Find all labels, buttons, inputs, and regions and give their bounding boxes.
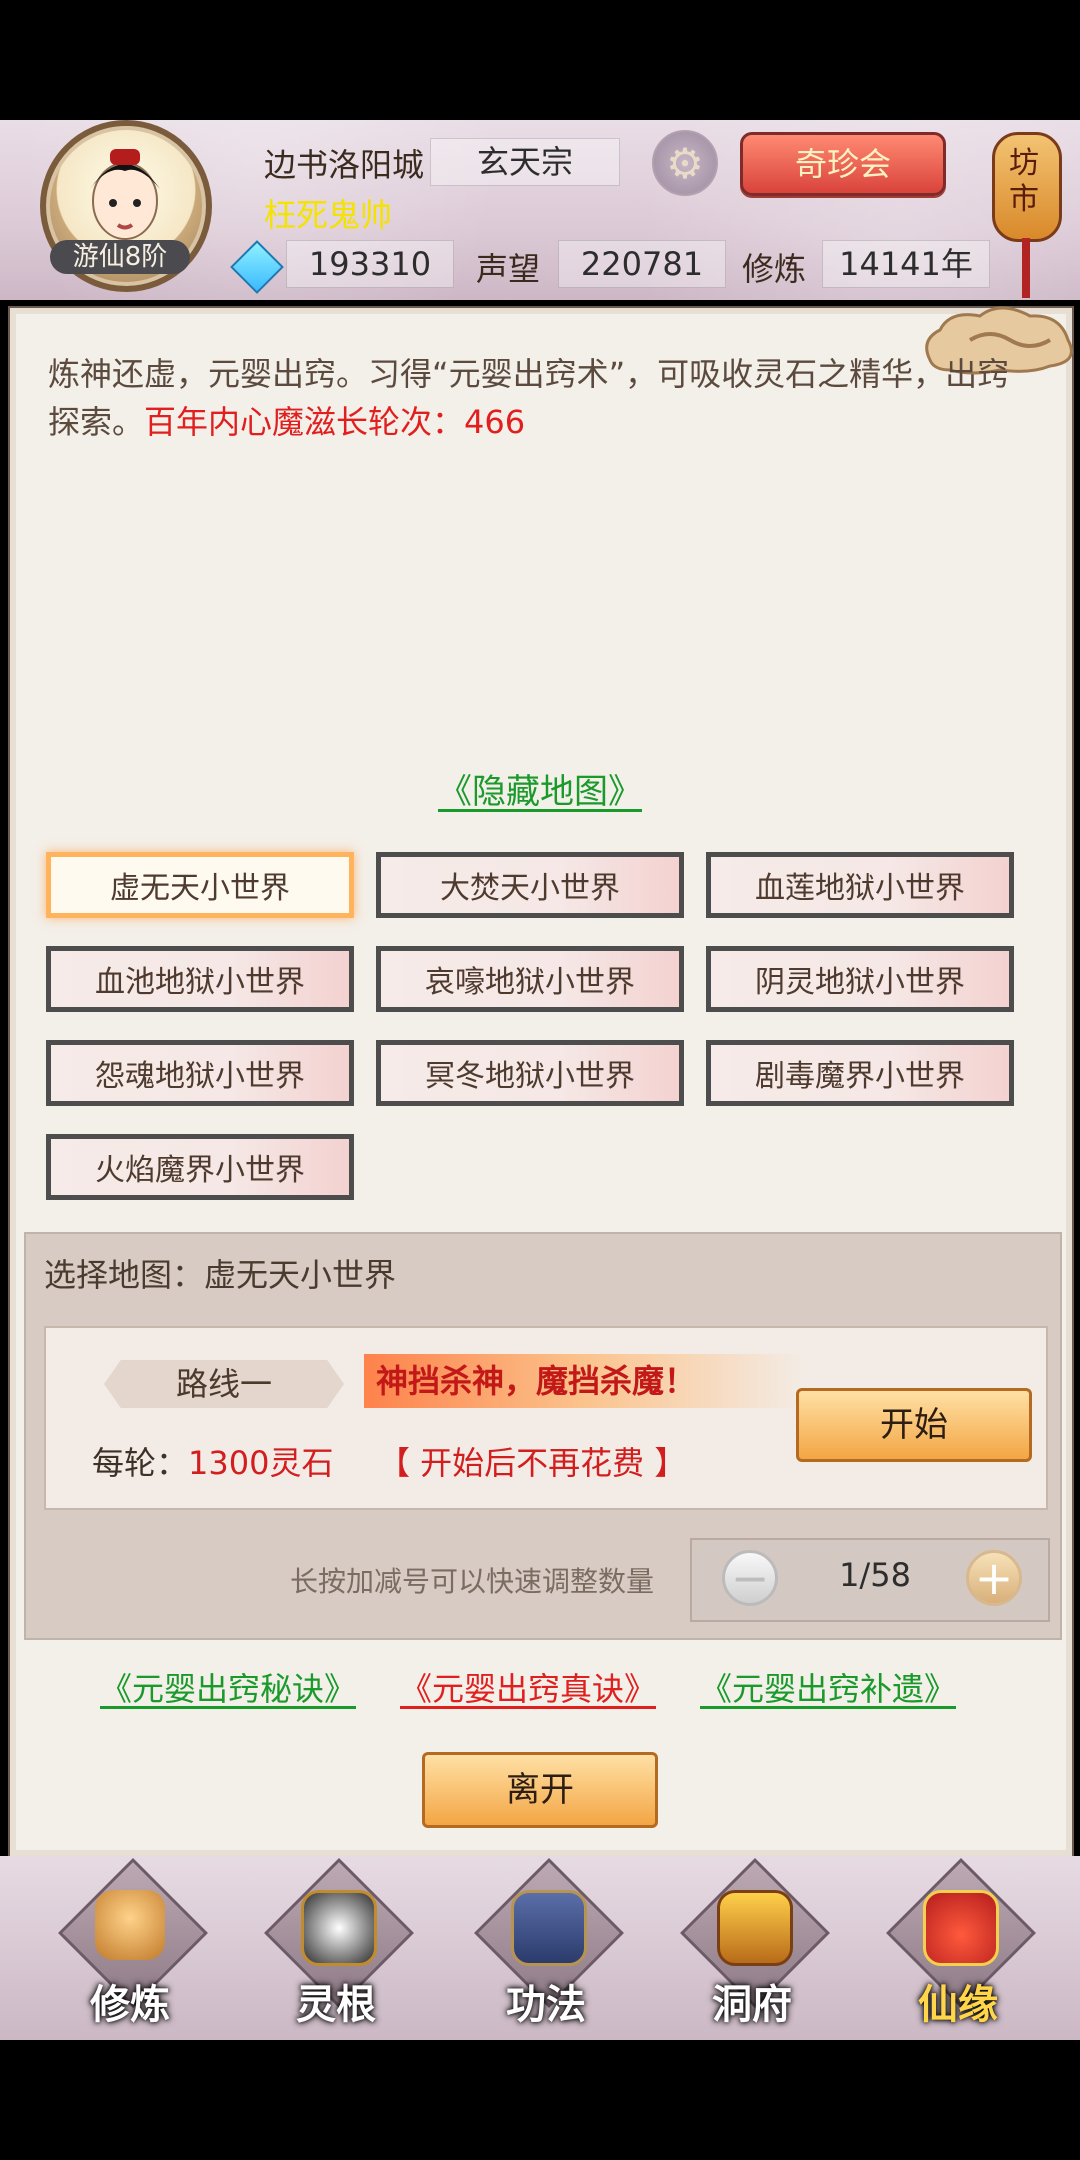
no-fee-note: 【 开始后不再花费 】 <box>378 1444 687 1482</box>
nav-label-cave-abode: 洞府 <box>712 1982 792 2028</box>
minus-icon: − <box>730 1551 770 1605</box>
cultivation-value: 14141年 <box>822 240 990 288</box>
increase-button[interactable]: + <box>966 1550 1022 1606</box>
per-round-cost-row: 每轮：1300灵石 <box>92 1438 333 1484</box>
nav-label-technique: 功法 <box>506 1982 586 2028</box>
map-button-aihao[interactable]: 哀嚎地狱小世界 <box>376 946 684 1012</box>
nav-technique[interactable]: 功法 <box>466 1858 626 2040</box>
decrease-button[interactable]: − <box>722 1550 778 1606</box>
book-icon <box>511 1890 587 1966</box>
player-title: 枉死鬼帅 <box>264 196 393 234</box>
map-button-mingdong[interactable]: 冥冬地狱小世界 <box>376 1040 684 1106</box>
plus-icon: + <box>974 1551 1014 1605</box>
treasure-auction-button[interactable]: 奇珍会 <box>740 132 946 196</box>
stepper-hint: 长按加减号可以快速调整数量 <box>290 1565 655 1598</box>
nav-spirit-root[interactable]: 灵根 <box>256 1858 416 2040</box>
leave-button[interactable]: 离开 <box>422 1752 658 1828</box>
map-button-yinling[interactable]: 阴灵地狱小世界 <box>706 946 1014 1012</box>
map-button-huoyan[interactable]: 火焰魔界小世界 <box>46 1134 354 1200</box>
lantern-label: 坊市 <box>1009 146 1039 217</box>
spirit-stone-count: 193310 <box>286 240 454 288</box>
meditating-monk-icon <box>95 1890 165 1960</box>
level-badge: 游仙8阶 <box>50 240 190 274</box>
gourd-icon <box>923 1890 999 1966</box>
supplement-technique-link[interactable]: 《元婴出窍补遗》 <box>700 1670 956 1708</box>
pagoda-icon <box>717 1890 793 1966</box>
supplement-link-wrap: 《元婴出窍补遗》 <box>700 1664 956 1710</box>
true-link-wrap: 《元婴出窍真诀》 <box>400 1664 656 1710</box>
map-button-xuwutian[interactable]: 虚无天小世界 <box>46 852 354 918</box>
cultivation-label: 修炼 <box>742 250 807 288</box>
map-button-judu[interactable]: 剧毒魔界小世界 <box>706 1040 1014 1106</box>
selected-map-title: 选择地图：虚无天小世界 <box>44 1256 397 1294</box>
quantity-value: 1/58 <box>839 1556 911 1594</box>
nav-cultivate[interactable]: 修炼 <box>50 1858 210 2040</box>
settings-button[interactable]: ⚙ <box>652 130 718 196</box>
hidden-map-link[interactable]: 《隐藏地图》 <box>438 772 642 812</box>
per-round-label: 每轮： <box>92 1444 189 1482</box>
gear-icon: ⚙ <box>666 138 704 188</box>
map-button-yuanhun[interactable]: 怨魂地狱小世界 <box>46 1040 354 1106</box>
inner-demon-count: 百年内心魔滋长轮次：466 <box>144 403 526 441</box>
start-button[interactable]: 开始 <box>796 1388 1032 1462</box>
location-text: 边书洛阳城 <box>264 146 425 184</box>
character-portrait-icon <box>90 149 160 240</box>
true-technique-link[interactable]: 《元婴出窍真诀》 <box>400 1670 656 1708</box>
nav-label-cultivate: 修炼 <box>90 1982 170 2028</box>
nav-label-immortal-fate: 仙缘 <box>918 1982 998 2028</box>
lantern-tassel-icon <box>1022 238 1030 298</box>
secret-link-wrap: 《元婴出窍秘诀》 <box>100 1664 356 1710</box>
yin-yang-sword-icon <box>301 1890 377 1966</box>
route-slogan: 神挡杀神，魔挡杀魔！ <box>364 1354 806 1408</box>
reputation-value: 220781 <box>558 240 726 288</box>
map-button-xuechi[interactable]: 血池地狱小世界 <box>46 946 354 1012</box>
secret-technique-link[interactable]: 《元婴出窍秘诀》 <box>100 1670 356 1708</box>
hidden-map-link-wrap: 《隐藏地图》 <box>0 764 1080 813</box>
nav-cave-abode[interactable]: 洞府 <box>672 1858 832 2040</box>
sect-name: 玄天宗 <box>430 138 620 186</box>
nav-immortal-fate[interactable]: 仙缘 <box>878 1858 1038 2040</box>
map-button-dafentian[interactable]: 大焚天小世界 <box>376 852 684 918</box>
route-label: 路线一 <box>104 1360 344 1408</box>
nav-label-spirit-root: 灵根 <box>296 1982 376 2028</box>
map-button-xuelian[interactable]: 血莲地狱小世界 <box>706 852 1014 918</box>
reputation-label: 声望 <box>476 250 541 288</box>
intro-text: 炼神还虚，元婴出窍。习得“元婴出窍术”，可吸收灵石之精华，出窍探索。百年内心魔滋… <box>48 350 1028 446</box>
per-round-cost: 1300灵石 <box>188 1444 334 1482</box>
